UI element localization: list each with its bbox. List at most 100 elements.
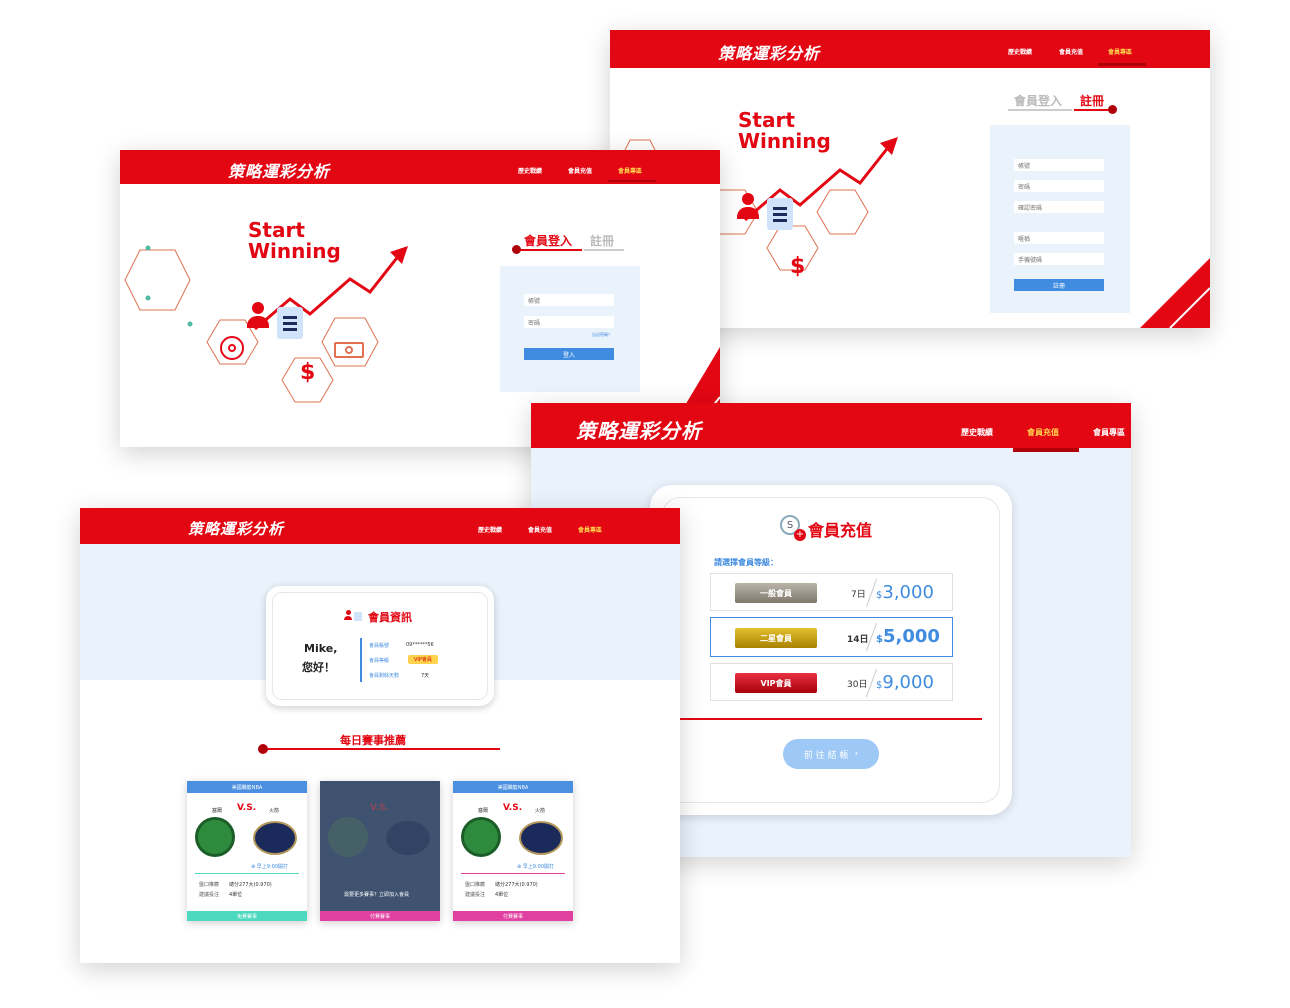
nav-history[interactable]: 歷史戰績 — [518, 166, 542, 175]
tab-dot — [1108, 105, 1117, 114]
checkout-button[interactable]: 前 往 結 帳 › — [783, 739, 879, 769]
bet-label: 建議投注 — [465, 892, 486, 898]
tab-login[interactable]: 會員登入 — [1014, 92, 1062, 109]
daily-title: 每日賽事推薦 — [340, 734, 406, 747]
plan-row-vip[interactable]: VIP會員 30日 $9,000 — [710, 663, 953, 701]
plan-days: 14日 — [847, 635, 869, 645]
league-label: 美國職籃NBA — [187, 781, 307, 793]
pelicans-logo-icon — [519, 821, 563, 855]
nav-history[interactable]: 歷史戰績 — [961, 427, 993, 438]
target-icon — [220, 336, 244, 360]
away-team: 火箭 — [535, 808, 546, 814]
card-divider — [195, 873, 299, 874]
vs-label: V.S. — [503, 803, 523, 813]
plan-days: 30日 — [847, 680, 868, 690]
match-card[interactable]: 美國職籃NBA 塞爾 V.S. 火箭 ⊕ 早上9:00開打 盤口推薦 總分277… — [187, 781, 307, 921]
recharge-title: 會員充值 — [808, 521, 873, 540]
row-label-account: 會員帳號 — [369, 643, 390, 649]
nav-recharge[interactable]: 會員充值 — [1059, 47, 1083, 56]
row-label-level: 會員等級 — [369, 658, 390, 664]
tab-register[interactable]: 註冊 — [590, 232, 614, 249]
home-team: 塞爾 — [212, 808, 223, 814]
plan-price: $5,000 — [876, 626, 940, 647]
vs-label: V.S. — [370, 803, 390, 813]
logo: 策略運彩分析 — [188, 520, 285, 538]
rec-value: 總分277大(0.970) — [229, 882, 272, 888]
bet-label: 建議投注 — [199, 892, 220, 898]
vs-label: V.S. — [237, 803, 257, 813]
pelicans-logo-icon — [386, 821, 430, 855]
chevron-right-icon: › — [854, 749, 859, 759]
account-field[interactable]: 帳號 — [1014, 159, 1104, 171]
plan-price: $9,000 — [876, 672, 934, 693]
nav-member[interactable]: 會員專區 — [1108, 47, 1132, 56]
bet-value: 4單位 — [495, 892, 509, 898]
plan-badge: VIP會員 — [735, 673, 817, 693]
cash-icon — [334, 342, 364, 358]
login-button[interactable]: 登入 — [524, 348, 614, 360]
logo: 策略運彩分析 — [576, 419, 702, 443]
match-card[interactable]: 美國職籃NBA 塞爾 V.S. 火箭 ⊕ 早上9:00開打 盤口推薦 總分277… — [453, 781, 573, 921]
rec-label: 盤口推薦 — [199, 882, 220, 888]
nav-member[interactable]: 會員專區 — [618, 166, 642, 175]
nav-recharge[interactable]: 會員充值 — [1027, 427, 1059, 438]
tab-underline — [584, 249, 624, 251]
card-footer: 付費賽事 — [320, 911, 440, 921]
register-button[interactable]: 註冊 — [1014, 279, 1104, 291]
phone-field[interactable]: 手機號碼 — [1014, 253, 1104, 265]
greeting-line2: 您好！ — [302, 661, 335, 674]
nav-history[interactable]: 歷史戰績 — [478, 525, 502, 534]
confirm-password-field[interactable]: 確認密碼 — [1014, 201, 1104, 213]
nav-history[interactable]: 歷史戰績 — [1008, 47, 1032, 56]
dollar-icon: $ — [790, 254, 806, 279]
rec-value: 總分277大(0.970) — [495, 882, 538, 888]
trend-arrow-icon — [254, 246, 408, 331]
plan-badge: 二星會員 — [735, 628, 817, 648]
nickname-field[interactable]: 暱稱 — [1014, 232, 1104, 244]
logo: 策略運彩分析 — [718, 44, 821, 63]
greeting-line1: Mike, — [304, 642, 338, 655]
celtics-logo-icon — [328, 817, 368, 857]
red-divider — [680, 718, 982, 720]
tab-underline — [1008, 109, 1072, 111]
user-icon — [246, 302, 270, 330]
plan-price: $3,000 — [876, 582, 934, 603]
plan-badge: 一般會員 — [735, 583, 817, 603]
card-footer: 免費賽事 — [187, 911, 307, 921]
nav-member[interactable]: 會員專區 — [1093, 427, 1125, 438]
nav-active-underline — [1013, 448, 1079, 452]
tab-register[interactable]: 註冊 — [1080, 92, 1104, 109]
info-divider — [360, 638, 362, 682]
list-icon — [767, 198, 793, 230]
login-form: 帳號 密碼 忘記密碼？ 登入 — [500, 266, 640, 392]
logo: 策略運彩分析 — [228, 162, 331, 181]
info-title: 會員資訊 — [368, 611, 412, 624]
user-icon — [344, 610, 352, 620]
match-card-locked[interactable]: V.S. 需要更多賽事？立即加入會員 付費賽事 — [320, 781, 440, 921]
password-field[interactable]: 密碼 — [1014, 180, 1104, 192]
password-field[interactable]: 密碼 — [524, 316, 614, 328]
match-time: ⊕ 早上9:00開打 — [517, 864, 555, 870]
nav-member[interactable]: 會員專區 — [578, 525, 602, 534]
tab-login[interactable]: 會員登入 — [524, 232, 572, 249]
list-icon — [354, 612, 362, 621]
plan-row-basic[interactable]: 一般會員 7日 $3,000 — [710, 573, 953, 611]
nav-recharge[interactable]: 會員充值 — [568, 166, 592, 175]
away-team: 火箭 — [269, 808, 280, 814]
vip-badge: VIP會員 — [408, 655, 438, 664]
header-line — [610, 66, 1210, 68]
account-field[interactable]: 帳號 — [524, 294, 614, 306]
celtics-logo-icon — [461, 817, 501, 857]
hero-line1: Start — [738, 108, 795, 132]
row-label-days: 會員剩餘天數 — [369, 673, 400, 679]
celtics-logo-icon — [195, 817, 235, 857]
pelicans-logo-icon — [253, 821, 297, 855]
forgot-password-link[interactable]: 忘記密碼？ — [592, 332, 612, 338]
match-time: ⊕ 早上9:00開打 — [251, 864, 289, 870]
dollar-icon: $ — [300, 360, 316, 385]
card-footer: 付費賽事 — [453, 911, 573, 921]
nav-recharge[interactable]: 會員充值 — [528, 525, 552, 534]
plus-icon: + — [794, 529, 806, 541]
plan-row-two-star[interactable]: 二星會員 14日 $5,000 — [710, 617, 953, 657]
plan-days: 7日 — [851, 590, 866, 600]
